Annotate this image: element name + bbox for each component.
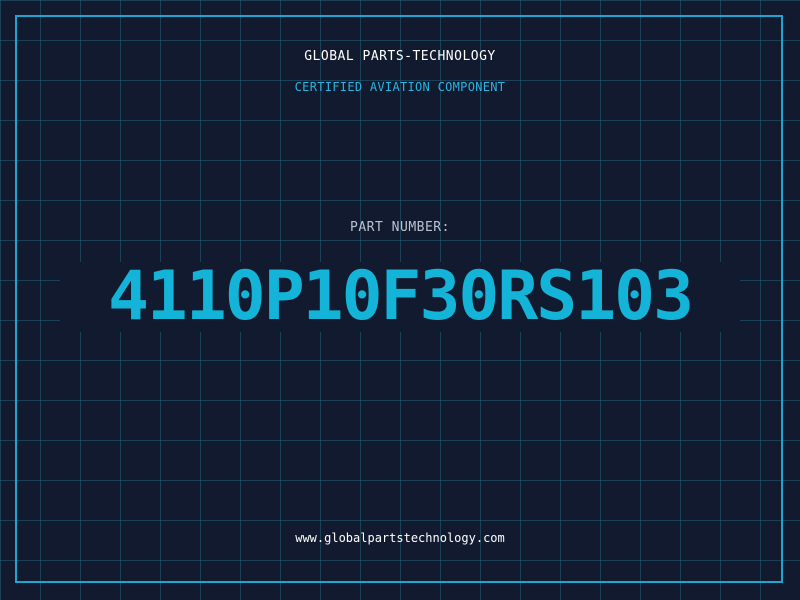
part-number-panel: 4110P10F30RS103 — [60, 262, 740, 332]
part-number-label: PART NUMBER: — [350, 220, 450, 235]
company-name: GLOBAL PARTS-TECHNOLOGY — [304, 49, 496, 64]
website-url: www.globalpartstechnology.com — [295, 531, 505, 545]
certification-subtitle: CERTIFIED AVIATION COMPONENT — [294, 80, 506, 94]
part-number-value: 4110P10F30RS103 — [107, 257, 694, 336]
label-canvas: GLOBAL PARTS-TECHNOLOGY CERTIFIED AVIATI… — [0, 0, 800, 600]
